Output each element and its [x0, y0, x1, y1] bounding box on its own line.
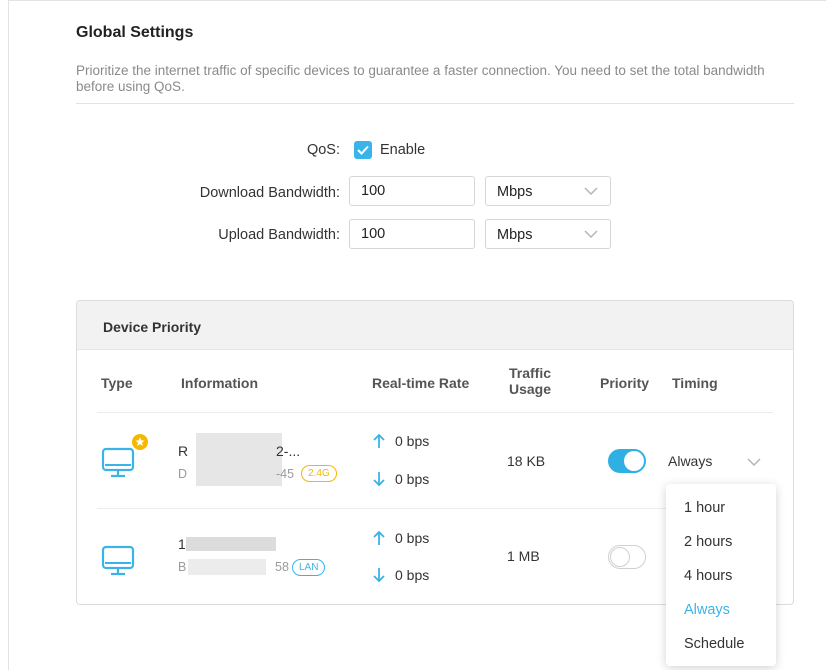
chevron-down-icon[interactable] [747, 458, 761, 466]
device-name-start: R [178, 443, 189, 459]
timing-option-always[interactable]: Always [684, 602, 730, 618]
card-title: Device Priority [103, 319, 202, 335]
device-name-end: 2-... [276, 443, 301, 459]
column-header-priority: Priority [600, 375, 650, 391]
device-mac-end: 58 [275, 560, 289, 574]
divider [76, 103, 794, 104]
timing-value[interactable]: Always [668, 453, 712, 469]
toggle-knob [624, 451, 644, 471]
desktop-monitor-icon [101, 447, 135, 478]
download-bandwidth-label: Download Bandwidth: [199, 185, 340, 201]
device-mac-start: D [178, 467, 188, 481]
download-bandwidth-input[interactable] [349, 176, 475, 206]
priority-toggle[interactable] [608, 545, 646, 569]
redacted-info [188, 559, 266, 575]
download-unit-value: Mbps [497, 184, 533, 200]
redacted-info [196, 433, 282, 486]
card-header: Device Priority [77, 301, 793, 350]
device-name-start: 1 [178, 536, 186, 552]
qos-enable-label[interactable]: Enable [380, 142, 425, 158]
arrow-up-icon [373, 530, 385, 545]
qos-label: QoS: [306, 142, 340, 158]
timing-option-schedule[interactable]: Schedule [684, 636, 744, 652]
priority-toggle[interactable] [608, 449, 646, 473]
redacted-info [186, 537, 276, 551]
qos-enable-checkbox[interactable] [354, 141, 372, 159]
checkmark-icon [357, 145, 369, 155]
row-divider [97, 412, 773, 413]
star-icon [132, 434, 148, 450]
desktop-monitor-icon [101, 545, 135, 576]
download-unit-select[interactable]: Mbps [485, 176, 611, 206]
chevron-down-icon [584, 230, 598, 238]
device-mac-end: -45 [276, 467, 295, 481]
arrow-down-icon [373, 472, 385, 487]
toggle-knob [610, 547, 630, 567]
column-header-information: Information [181, 375, 258, 391]
column-header-type: Type [101, 375, 133, 391]
upload-bandwidth-label: Upload Bandwidth: [218, 227, 340, 243]
traffic-usage: 1 MB [507, 548, 540, 564]
band-badge: 2.4G [301, 465, 337, 482]
timing-option-2-hours[interactable]: 2 hours [684, 534, 732, 550]
upload-rate: 0 bps [395, 433, 430, 449]
upload-unit-select[interactable]: Mbps [485, 219, 611, 249]
device-mac-start: B [178, 560, 187, 574]
upload-bandwidth-input[interactable] [349, 219, 475, 249]
download-rate: 0 bps [395, 567, 430, 583]
timing-option-4-hours[interactable]: 4 hours [684, 568, 732, 584]
section-title: Global Settings [76, 24, 194, 41]
band-badge: LAN [292, 559, 326, 576]
column-header-rate: Real-time Rate [372, 375, 470, 391]
timing-option-1-hour[interactable]: 1 hour [684, 500, 725, 516]
arrow-down-icon [373, 568, 385, 583]
timing-dropdown-menu: 1 hour 2 hours 4 hours Always Schedule [666, 484, 776, 666]
column-header-timing: Timing [672, 375, 718, 391]
download-rate: 0 bps [395, 471, 430, 487]
arrow-up-icon [373, 433, 385, 448]
column-header-traffic: Traffic Usage [508, 365, 552, 397]
chevron-down-icon [584, 187, 598, 195]
traffic-usage: 18 KB [507, 453, 546, 469]
upload-rate: 0 bps [395, 530, 430, 546]
section-description: Prioritize the internet traffic of speci… [76, 63, 765, 94]
upload-unit-value: Mbps [497, 227, 533, 243]
